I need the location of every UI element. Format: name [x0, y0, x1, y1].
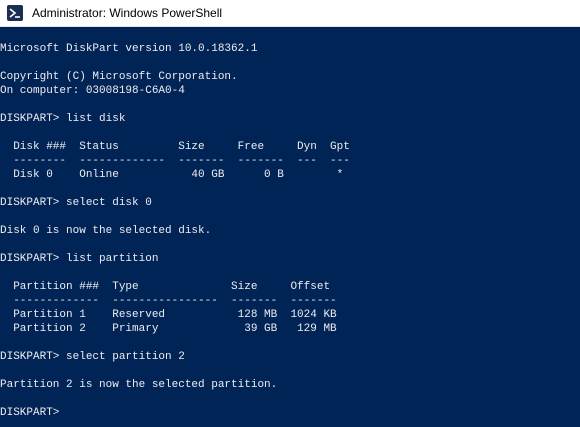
console-line: Disk 0 is now the selected disk. [0, 225, 212, 237]
console-line: DISKPART> [0, 407, 60, 419]
console-output[interactable]: Microsoft DiskPart version 10.0.18362.1 C… [0, 27, 580, 427]
console-line: DISKPART> select disk 0 [0, 197, 152, 209]
console-line: On computer: 03008198-C6A0-4 [0, 85, 185, 97]
powershell-window: Administrator: Windows PowerShell Micros… [0, 0, 580, 427]
powershell-icon [7, 5, 23, 21]
console-line: Disk ### Status Size Free Dyn Gpt [0, 141, 350, 153]
window-title: Administrator: Windows PowerShell [32, 6, 223, 20]
console-line: Disk 0 Online 40 GB 0 B * [0, 169, 344, 181]
console-line: Partition 2 Primary 39 GB 129 MB [0, 323, 337, 335]
console-lines: Microsoft DiskPart version 10.0.18362.1 C… [0, 42, 350, 420]
console-line: Partition 1 Reserved 128 MB 1024 KB [0, 309, 337, 321]
console-line: ------------- ---------------- ------- -… [0, 295, 337, 307]
console-line: DISKPART> select partition 2 [0, 351, 185, 363]
console-line: DISKPART> list disk [0, 113, 126, 125]
console-line: Copyright (C) Microsoft Corporation. [0, 71, 238, 83]
console-line: DISKPART> list partition [0, 253, 159, 265]
console-line: Microsoft DiskPart version 10.0.18362.1 [0, 43, 258, 55]
console-line: -------- ------------- ------- ------- -… [0, 155, 350, 167]
console-line: Partition 2 is now the selected partitio… [0, 379, 278, 391]
title-bar[interactable]: Administrator: Windows PowerShell [0, 0, 580, 27]
console-line: Partition ### Type Size Offset [0, 281, 331, 293]
